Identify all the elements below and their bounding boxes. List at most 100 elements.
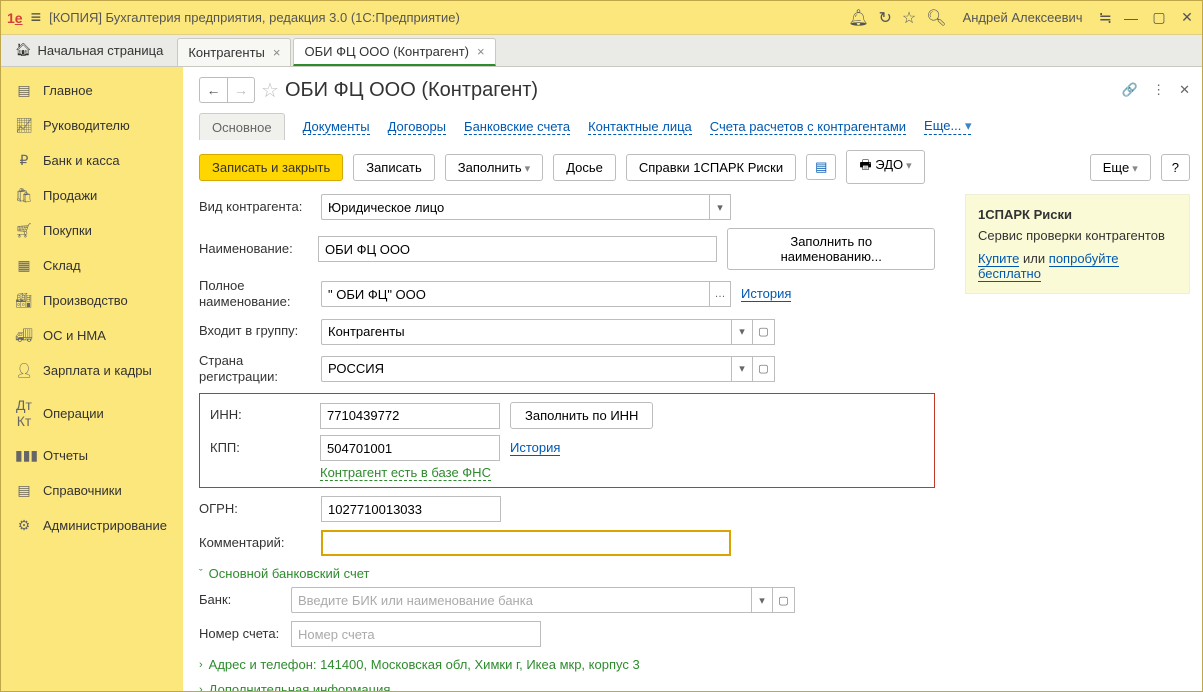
sidebar: ▤Главное 📈︎Руководителю ₽Банк и касса 🛍︎… bbox=[1, 67, 183, 691]
ogrn-input[interactable] bbox=[321, 496, 501, 522]
nav-forward-button[interactable]: → bbox=[227, 77, 255, 103]
user-label[interactable]: Андрей Алексеевич bbox=[963, 10, 1083, 25]
sidebar-item-assets[interactable]: 🚚︎ОС и НМА bbox=[1, 318, 183, 353]
fns-check-link[interactable]: Контрагент есть в базе ФНС bbox=[320, 465, 491, 481]
sidebar-item-bank[interactable]: ₽Банк и касса bbox=[1, 143, 183, 178]
open-ref-icon[interactable]: ▢ bbox=[753, 356, 775, 382]
sidebar-item-operations[interactable]: Дт КтОперации bbox=[1, 388, 183, 438]
open-ref-icon[interactable]: ▢ bbox=[753, 319, 775, 345]
chevron-down-icon: ˇ bbox=[199, 568, 203, 580]
more-button[interactable]: Еще bbox=[1090, 154, 1151, 181]
sidebar-item-purchases[interactable]: 🛒︎Покупки bbox=[1, 213, 183, 248]
factory-icon: 🏭︎ bbox=[15, 292, 33, 309]
section-link-accounts[interactable]: Счета расчетов с контрагентами bbox=[710, 119, 906, 135]
country-label: Страна регистрации: bbox=[199, 353, 311, 386]
sidebar-item-production[interactable]: 🏭︎Производство bbox=[1, 283, 183, 318]
acct-input[interactable] bbox=[291, 621, 541, 647]
tab-close-icon[interactable]: × bbox=[477, 44, 485, 59]
group-label: Входит в группу: bbox=[199, 323, 311, 339]
bank-section-toggle[interactable]: ˇ Основной банковский счет bbox=[199, 566, 935, 581]
name-input[interactable] bbox=[318, 236, 717, 262]
section-tab-main[interactable]: Основное bbox=[199, 113, 285, 140]
tab-close-icon[interactable]: × bbox=[273, 45, 281, 60]
tab-label: Контрагенты bbox=[188, 45, 265, 60]
toolbar: Записать и закрыть Записать Заполнить До… bbox=[199, 150, 1190, 184]
search-icon[interactable]: 🔍︎ bbox=[926, 8, 946, 28]
inn-kpp-box: ИНН: Заполнить по ИНН КПП: История Контр… bbox=[199, 393, 935, 488]
bank-input[interactable] bbox=[291, 587, 751, 613]
sidebar-item-label: Руководителю bbox=[43, 118, 130, 133]
fill-by-inn-button[interactable]: Заполнить по ИНН bbox=[510, 402, 653, 429]
sidebar-item-warehouse[interactable]: ▦Склад bbox=[1, 248, 183, 283]
dropdown-icon[interactable]: ▾ bbox=[731, 356, 753, 382]
group-input[interactable] bbox=[321, 319, 731, 345]
additional-section-toggle[interactable]: › Дополнительная информация bbox=[199, 682, 935, 691]
help-button[interactable]: ? bbox=[1161, 154, 1190, 181]
tab-counterparty-card[interactable]: ОБИ ФЦ ООО (Контрагент) × bbox=[293, 38, 495, 66]
name-label: Наименование: bbox=[199, 241, 308, 257]
settings-icon[interactable]: ≒ bbox=[1099, 8, 1112, 28]
edo-button[interactable]: 🖶 ЭДО bbox=[846, 150, 924, 184]
fill-by-name-button[interactable]: Заполнить по наименованию... bbox=[727, 228, 935, 270]
ogrn-label: ОГРН: bbox=[199, 501, 311, 517]
comment-input[interactable] bbox=[321, 530, 731, 556]
fill-button[interactable]: Заполнить bbox=[445, 154, 543, 181]
burger-icon[interactable]: ≡ bbox=[31, 7, 42, 28]
person-icon: 👤︎ bbox=[15, 362, 33, 379]
sidebar-item-label: Склад bbox=[43, 258, 81, 273]
favorite-star-icon[interactable]: ☆ bbox=[261, 78, 279, 103]
kpp-input[interactable] bbox=[320, 435, 500, 461]
sidebar-item-label: Банк и касса bbox=[43, 153, 120, 168]
history-icon[interactable]: ↻ bbox=[879, 8, 892, 28]
type-input[interactable] bbox=[321, 194, 709, 220]
section-link-documents[interactable]: Документы bbox=[303, 119, 370, 135]
dropdown-icon[interactable]: ▾ bbox=[731, 319, 753, 345]
file-icon-button[interactable]: ▤ bbox=[806, 154, 836, 180]
nav-back-button[interactable]: ← bbox=[199, 77, 227, 103]
history-link[interactable]: История bbox=[741, 286, 791, 302]
dossier-button[interactable]: Досье bbox=[553, 154, 616, 181]
address-section-toggle[interactable]: › Адрес и телефон: 141400, Московская об… bbox=[199, 657, 935, 672]
sidebar-item-manager[interactable]: 📈︎Руководителю bbox=[1, 108, 183, 143]
fullname-input[interactable] bbox=[321, 281, 709, 307]
home-tab[interactable]: 🏠︎ Начальная страница bbox=[1, 34, 177, 66]
promo-buy-link[interactable]: Купите bbox=[978, 251, 1019, 267]
star-icon[interactable]: ☆ bbox=[902, 8, 916, 28]
maximize-icon[interactable]: ▢ bbox=[1150, 9, 1168, 26]
ellipsis-icon[interactable]: … bbox=[709, 281, 731, 307]
save-button[interactable]: Записать bbox=[353, 154, 435, 181]
journal-icon: Дт Кт bbox=[15, 397, 33, 429]
spark-button[interactable]: Справки 1СПАРК Риски bbox=[626, 154, 796, 181]
promo-title: 1СПАРК Риски bbox=[978, 207, 1177, 222]
minimize-icon[interactable]: — bbox=[1122, 10, 1140, 26]
book-icon: ▤ bbox=[15, 482, 33, 499]
link-icon[interactable]: 🔗 bbox=[1122, 82, 1138, 98]
gear-icon: ⚙︎ bbox=[15, 517, 33, 534]
kebab-icon[interactable]: ⋮ bbox=[1152, 82, 1165, 98]
tab-counterparties[interactable]: Контрагенты × bbox=[177, 38, 291, 66]
sidebar-item-admin[interactable]: ⚙︎Администрирование bbox=[1, 508, 183, 543]
save-close-button[interactable]: Записать и закрыть bbox=[199, 154, 343, 181]
dropdown-icon[interactable]: ▾ bbox=[751, 587, 773, 613]
sidebar-item-sales[interactable]: 🛍︎Продажи bbox=[1, 178, 183, 213]
sidebar-item-reports[interactable]: ▮▮▮Отчеты bbox=[1, 438, 183, 473]
section-link-bank-accounts[interactable]: Банковские счета bbox=[464, 119, 570, 135]
chevron-right-icon: › bbox=[199, 659, 203, 671]
close-icon[interactable]: ✕ bbox=[1178, 9, 1196, 26]
dropdown-icon[interactable]: ▾ bbox=[709, 194, 731, 220]
sidebar-item-catalogs[interactable]: ▤ Справочники bbox=[1, 473, 183, 508]
sidebar-item-payroll[interactable]: 👤︎Зарплата и кадры bbox=[1, 353, 183, 388]
sidebar-item-label: Продажи bbox=[43, 188, 97, 203]
sidebar-item-label: Справочники bbox=[43, 483, 122, 498]
inn-input[interactable] bbox=[320, 403, 500, 429]
open-ref-icon[interactable]: ▢ bbox=[773, 587, 795, 613]
page-title: ОБИ ФЦ ООО (Контрагент) bbox=[285, 79, 538, 102]
history-link-kpp[interactable]: История bbox=[510, 440, 560, 456]
section-link-more[interactable]: Еще... bbox=[924, 118, 971, 135]
sidebar-item-main[interactable]: ▤Главное bbox=[1, 73, 183, 108]
bell-icon[interactable]: 🔔︎ bbox=[848, 8, 868, 28]
section-link-contacts[interactable]: Контактные лица bbox=[588, 119, 692, 135]
country-input[interactable] bbox=[321, 356, 731, 382]
section-link-contracts[interactable]: Договоры bbox=[388, 119, 446, 135]
close-content-icon[interactable]: ✕ bbox=[1179, 82, 1190, 98]
